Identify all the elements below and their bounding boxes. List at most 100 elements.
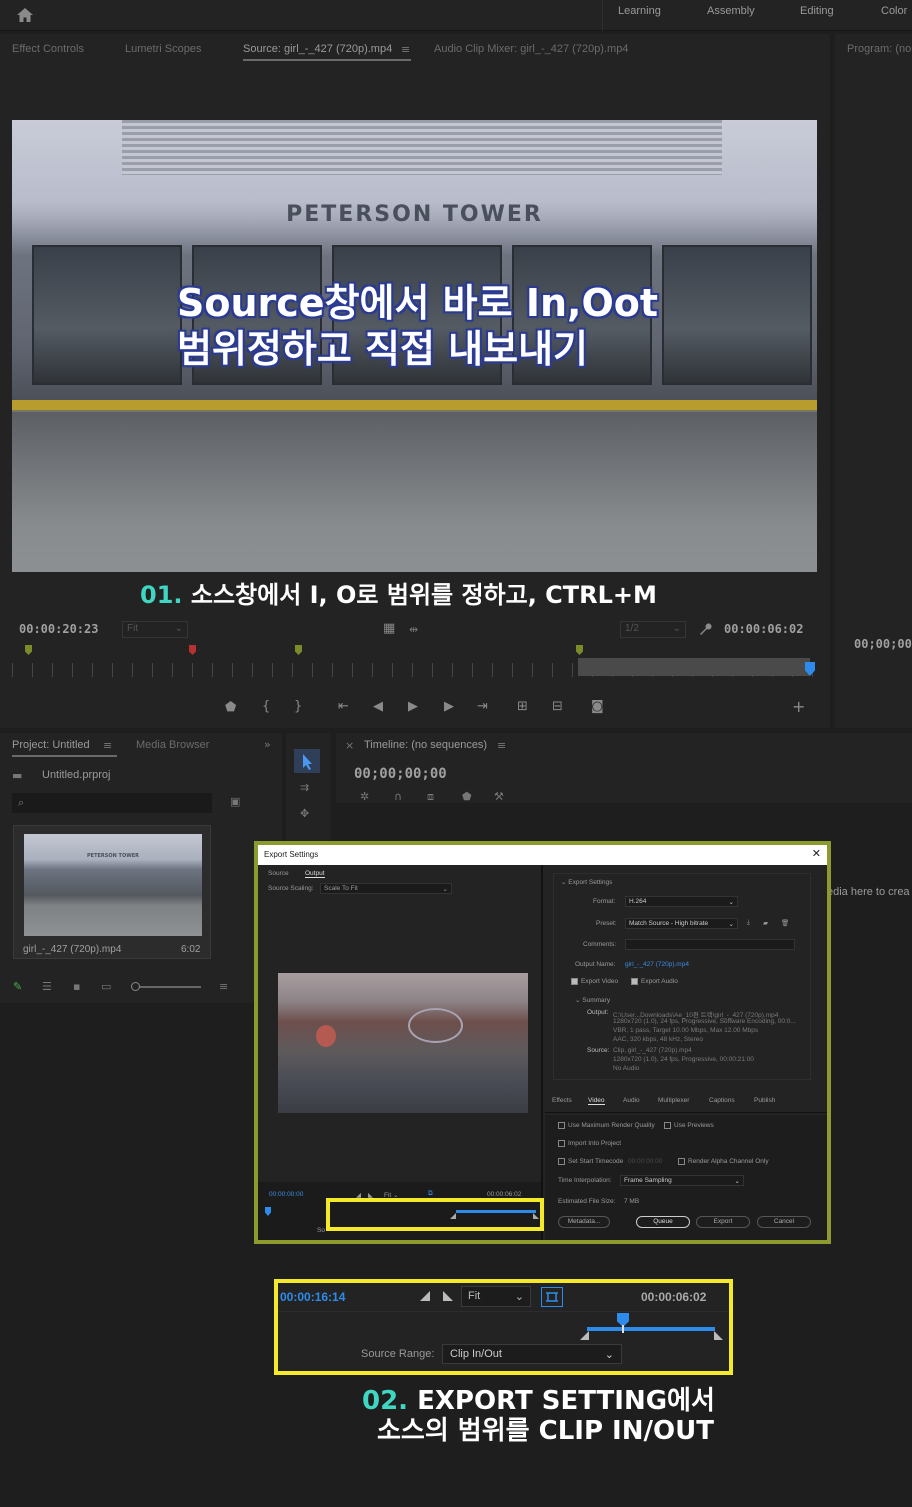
overflow-icon[interactable]: »	[264, 738, 271, 751]
drag-video-icon[interactable]: ⇹	[409, 623, 418, 636]
freeform-view-icon[interactable]: ▭	[101, 980, 111, 993]
comments-input[interactable]	[625, 939, 795, 950]
go-to-in-icon[interactable]: ⇤	[338, 700, 349, 713]
add-marker-icon[interactable]: ⬟	[225, 701, 236, 714]
export-video-checkbox[interactable]: Export Video	[571, 978, 618, 985]
tab-lumetri-scopes[interactable]: Lumetri Scopes	[125, 43, 201, 55]
timeline-timecode[interactable]: 00;00;00;00	[354, 766, 447, 782]
tab-export-source[interactable]: Source	[268, 870, 289, 877]
tab-project[interactable]: Project: Untitled	[12, 739, 90, 751]
workspace-tab-editing[interactable]: Editing	[800, 5, 834, 17]
render-alpha-checkbox[interactable]: Render Alpha Channel Only	[678, 1158, 769, 1165]
zoom-mark-out-icon[interactable]	[443, 1291, 453, 1301]
tab-publish[interactable]: Publish	[754, 1097, 775, 1104]
output-name-link[interactable]: girl_-_427 (720p).mp4	[625, 961, 689, 968]
add-button-icon[interactable]: +	[792, 699, 805, 715]
tab-audio[interactable]: Audio	[623, 1097, 640, 1104]
program-monitor-panel: Program: (no 00;00;00;	[835, 34, 912, 728]
snap-icon[interactable]: ✲	[360, 790, 369, 803]
export-audio-checkbox[interactable]: Export Audio	[631, 978, 678, 985]
in-out-range-bar[interactable]	[578, 658, 810, 676]
caption-line-2: 범위정하고 직접 내보내기	[177, 327, 589, 371]
close-icon[interactable]: ×	[345, 739, 354, 752]
tab-audio-clip-mixer[interactable]: Audio Clip Mixer: girl_-_427 (720p).mp4	[434, 43, 628, 55]
camera-icon[interactable]: ◙	[591, 700, 604, 713]
ripple-edit-icon[interactable]: ✥	[300, 807, 309, 820]
import-preset-icon[interactable]: ▰	[763, 919, 768, 927]
delete-preset-icon[interactable]: 🗑	[781, 919, 789, 927]
zoom-mark-in-icon[interactable]	[420, 1291, 430, 1301]
queue-button[interactable]: Queue	[636, 1216, 690, 1228]
workspace-tab-assembly[interactable]: Assembly	[707, 5, 755, 17]
step-forward-icon[interactable]: ▶	[444, 700, 454, 713]
export-out-handle[interactable]	[533, 1213, 539, 1219]
timeline-marker-icon[interactable]: ⬟	[462, 790, 472, 803]
panel-menu-icon[interactable]: ≡	[401, 43, 410, 56]
set-start-timecode-checkbox[interactable]: Set Start Timecode	[558, 1158, 623, 1165]
mark-in-icon[interactable]: {	[262, 700, 270, 713]
home-icon[interactable]	[16, 7, 34, 23]
workspace-tab-learning[interactable]: Learning	[618, 5, 661, 17]
tab-effects[interactable]: Effects	[552, 1097, 572, 1104]
source-zoom-dropdown[interactable]: Fit ⌄	[122, 621, 188, 638]
playback-resolution-dropdown[interactable]: 1/2 ⌄	[620, 621, 686, 638]
tab-program-monitor[interactable]: Program: (no	[847, 43, 911, 55]
metadata-button[interactable]: Metadata...	[558, 1216, 610, 1228]
clip-thumbnail[interactable]: PETERSON TOWER girl_-_427 (720p).mp4 6:0…	[13, 825, 211, 959]
save-preset-icon[interactable]: ⤓	[747, 919, 750, 927]
track-select-icon[interactable]: ⇉	[300, 781, 309, 794]
program-timecode[interactable]: 00;00;00;	[854, 637, 912, 651]
linked-selection-icon[interactable]: ∩	[394, 790, 402, 803]
selection-tool-icon[interactable]	[294, 749, 320, 773]
export-start-timecode[interactable]: 00:00:00:00	[269, 1191, 303, 1198]
panel-menu-icon[interactable]: ≡	[103, 739, 112, 752]
sort-icon[interactable]: ≡	[219, 980, 228, 993]
wrench-icon[interactable]	[698, 622, 712, 639]
import-into-project-checkbox[interactable]: Import Into Project	[558, 1140, 621, 1147]
source-current-timecode[interactable]: 00:00:20:23	[19, 622, 98, 636]
use-previews-checkbox[interactable]: Use Previews	[664, 1122, 714, 1129]
project-search-input[interactable]: ⌕	[12, 793, 212, 813]
tab-effect-controls[interactable]: Effect Controls	[12, 43, 84, 55]
zoom-slider[interactable]	[131, 982, 201, 991]
source-range-dropdown[interactable]: Clip In/Out ⌄	[442, 1344, 622, 1364]
play-icon[interactable]: ▶	[408, 700, 418, 713]
start-timecode-value[interactable]: 00:00:00:00	[628, 1158, 662, 1165]
tab-video[interactable]: Video	[588, 1097, 605, 1105]
overwrite-icon[interactable]: ⊟	[552, 700, 563, 713]
go-to-out-icon[interactable]: ⇥	[477, 700, 488, 713]
new-bin-icon[interactable]: ▣	[230, 795, 240, 808]
tab-media-browser[interactable]: Media Browser	[136, 739, 209, 751]
step-back-icon[interactable]: ◀	[373, 700, 383, 713]
format-dropdown[interactable]: H.264 ⌄	[625, 896, 738, 907]
zoom-current-timecode[interactable]: 00:00:16:14	[280, 1290, 345, 1304]
zoom-range-bar[interactable]	[587, 1327, 715, 1331]
export-button[interactable]: Export	[696, 1216, 750, 1228]
safe-margins-icon[interactable]: ▦	[383, 622, 395, 635]
tab-multiplexer[interactable]: Multiplexer	[658, 1097, 689, 1104]
close-icon[interactable]: ✕	[812, 847, 821, 860]
list-view-icon[interactable]: ☰	[42, 980, 52, 993]
preset-dropdown[interactable]: Match Source - High bitrate ⌄	[625, 918, 738, 929]
cancel-button[interactable]: Cancel	[757, 1216, 811, 1228]
timeline-settings-icon[interactable]: ⚒	[494, 790, 504, 803]
pencil-icon[interactable]: ✎	[13, 980, 22, 993]
panel-menu-icon[interactable]: ≡	[497, 739, 506, 752]
icon-view-icon[interactable]: ▪	[73, 980, 80, 993]
insert-icon[interactable]: ⊞	[517, 700, 528, 713]
tab-timeline[interactable]: Timeline: (no sequences)	[364, 739, 487, 751]
mark-out-icon[interactable]: }	[294, 700, 302, 713]
aspect-ratio-toggle-icon[interactable]	[541, 1287, 563, 1307]
export-range-bar[interactable]	[456, 1210, 536, 1213]
export-aspect-icon[interactable]: ⧉	[428, 1190, 433, 1198]
max-render-quality-checkbox[interactable]: Use Maximum Render Quality	[558, 1122, 655, 1129]
tab-source-monitor[interactable]: Source: girl_-_427 (720p).mp4	[243, 43, 392, 55]
source-scaling-dropdown[interactable]: Scale To Fit ⌄	[320, 883, 452, 894]
nest-icon[interactable]: ⧈	[427, 790, 434, 804]
workspace-tab-color[interactable]: Color	[881, 5, 907, 17]
tab-export-output[interactable]: Output	[305, 870, 325, 878]
export-in-handle[interactable]	[450, 1213, 456, 1219]
time-interpolation-dropdown[interactable]: Frame Sampling ⌄	[620, 1175, 744, 1186]
zoom-fit-dropdown[interactable]: Fit ⌄	[461, 1286, 531, 1307]
tab-captions[interactable]: Captions	[709, 1097, 735, 1104]
